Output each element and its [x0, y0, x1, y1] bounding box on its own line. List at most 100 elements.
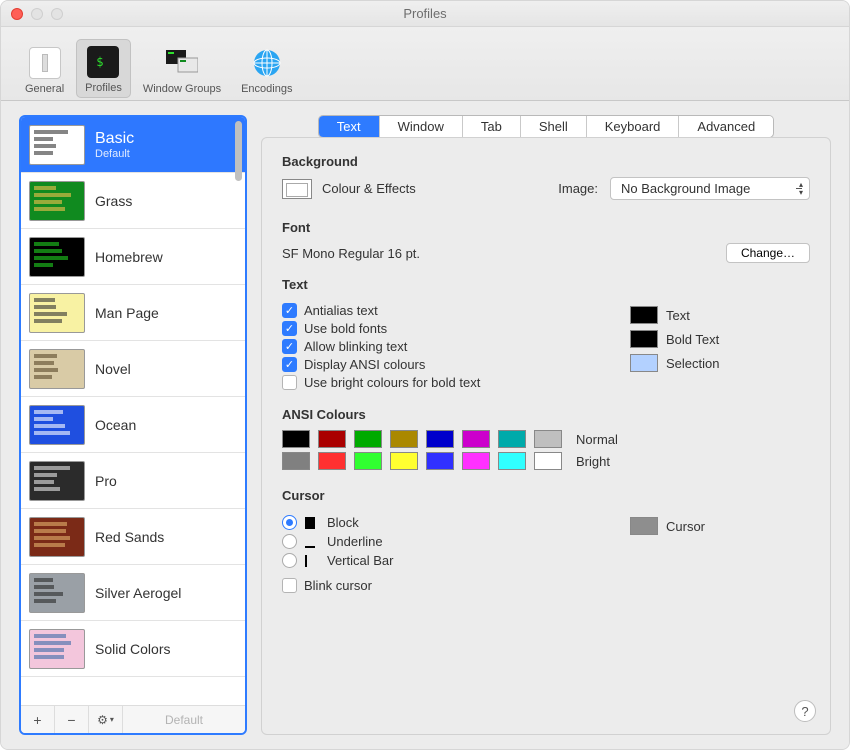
profile-name: Basic [95, 130, 134, 148]
checkbox-row[interactable]: Allow blinking text [282, 339, 606, 354]
checkbox-row[interactable]: Antialias text [282, 303, 606, 318]
colour-well[interactable] [630, 330, 658, 348]
checkbox-row[interactable]: Use bright colours for bold text [282, 375, 606, 390]
toolbar-encodings[interactable]: Encodings [233, 41, 300, 98]
profile-row-red-sands[interactable]: Red Sands [21, 509, 245, 565]
blink-cursor-row[interactable]: Blink cursor [282, 578, 606, 593]
ansi-colour-well[interactable] [318, 430, 346, 448]
cursor-section-title: Cursor [282, 488, 810, 503]
profile-name: Novel [95, 361, 131, 377]
close-icon[interactable] [11, 8, 23, 20]
chevron-down-icon: ▾ [110, 715, 114, 724]
checkbox-label: Use bright colours for bold text [304, 375, 480, 390]
ansi-colour-well[interactable] [426, 452, 454, 470]
ansi-colour-well[interactable] [282, 430, 310, 448]
profile-row-ocean[interactable]: Ocean [21, 397, 245, 453]
toolbar-window-groups[interactable]: Window Groups [135, 41, 229, 98]
minimize-icon[interactable] [31, 8, 43, 20]
profile-subtitle: Default [95, 148, 134, 160]
ansi-colour-well[interactable] [498, 452, 526, 470]
checkbox[interactable] [282, 321, 297, 336]
profile-row-novel[interactable]: Novel [21, 341, 245, 397]
zoom-icon[interactable] [51, 8, 63, 20]
colour-well-label: Text [666, 308, 690, 323]
tab-shell[interactable]: Shell [521, 116, 587, 137]
change-font-button[interactable]: Change… [726, 243, 810, 263]
radio-label: Underline [327, 534, 383, 549]
ansi-colour-well[interactable] [354, 430, 382, 448]
help-button[interactable]: ? [794, 700, 816, 722]
add-profile-button[interactable]: + [21, 706, 55, 733]
ansi-colour-well[interactable] [282, 452, 310, 470]
block-cursor-icon [305, 517, 315, 529]
colour-well[interactable] [630, 306, 658, 324]
ansi-colour-well[interactable] [318, 452, 346, 470]
ansi-colour-well[interactable] [390, 452, 418, 470]
ansi-colour-well[interactable] [534, 430, 562, 448]
tab-keyboard[interactable]: Keyboard [587, 116, 680, 137]
ansi-colour-well[interactable] [426, 430, 454, 448]
ansi-colour-well[interactable] [534, 452, 562, 470]
profile-row-homebrew[interactable]: Homebrew [21, 229, 245, 285]
prefs-window: Profiles General $ Profiles Window Group… [0, 0, 850, 750]
checkbox-label: Blink cursor [304, 578, 372, 593]
vbar-cursor-icon [305, 555, 315, 567]
cursor-radio-row[interactable]: Underline [282, 534, 606, 549]
checkbox[interactable] [282, 339, 297, 354]
checkbox-row[interactable]: Use bold fonts [282, 321, 606, 336]
radio[interactable] [282, 553, 297, 568]
remove-profile-button[interactable]: − [55, 706, 89, 733]
ansi-colour-well[interactable] [498, 430, 526, 448]
profile-row-silver-aerogel[interactable]: Silver Aerogel [21, 565, 245, 621]
traffic-lights [11, 8, 63, 20]
profiles-list[interactable]: BasicDefaultGrassHomebrewMan PageNovelOc… [21, 117, 245, 705]
tab-tab[interactable]: Tab [463, 116, 521, 137]
cursor-radio-row[interactable]: Block [282, 515, 606, 530]
toolbar-profiles[interactable]: $ Profiles [76, 39, 131, 98]
tab-text[interactable]: Text [319, 116, 380, 137]
profile-row-pro[interactable]: Pro [21, 453, 245, 509]
ansi-colour-well[interactable] [390, 430, 418, 448]
checkbox[interactable] [282, 578, 297, 593]
radio-label: Block [327, 515, 359, 530]
checkbox-label: Use bold fonts [304, 321, 387, 336]
cursor-colour-well[interactable] [630, 517, 658, 535]
profile-thumbnail [29, 125, 85, 165]
font-section-title: Font [282, 220, 810, 235]
set-default-button[interactable]: Default [123, 706, 245, 733]
toolbar-general[interactable]: General [17, 41, 72, 98]
toolbar: General $ Profiles Window Groups Encodin… [1, 27, 849, 101]
background-image-popup[interactable]: No Background Image ▴▾ [610, 177, 810, 200]
tab-window[interactable]: Window [380, 116, 463, 137]
ansi-colour-well[interactable] [462, 452, 490, 470]
background-colour-well[interactable] [282, 179, 312, 199]
profile-thumbnail [29, 461, 85, 501]
profile-thumbnail [29, 573, 85, 613]
cursor-radio-row[interactable]: Vertical Bar [282, 553, 606, 568]
profile-row-solid-colors[interactable]: Solid Colors [21, 621, 245, 677]
colour-well-label: Bold Text [666, 332, 719, 347]
ansi-colour-well[interactable] [354, 452, 382, 470]
underline-cursor-icon [305, 536, 315, 548]
colour-well-label: Selection [666, 356, 719, 371]
radio[interactable] [282, 515, 297, 530]
radio[interactable] [282, 534, 297, 549]
scrollbar[interactable] [235, 121, 242, 181]
profile-row-grass[interactable]: Grass [21, 173, 245, 229]
profile-name: Red Sands [95, 529, 164, 545]
profile-row-basic[interactable]: BasicDefault [21, 117, 245, 173]
background-section-title: Background [282, 154, 810, 169]
profile-name: Pro [95, 473, 117, 489]
profile-name: Man Page [95, 305, 159, 321]
window-title: Profiles [403, 6, 446, 21]
checkbox[interactable] [282, 375, 297, 390]
checkbox[interactable] [282, 357, 297, 372]
colour-well[interactable] [630, 354, 658, 372]
settings-tabs: TextWindowTabShellKeyboardAdvanced [261, 115, 831, 138]
checkbox-row[interactable]: Display ANSI colours [282, 357, 606, 372]
ansi-colour-well[interactable] [462, 430, 490, 448]
tab-advanced[interactable]: Advanced [679, 116, 773, 137]
profile-row-man-page[interactable]: Man Page [21, 285, 245, 341]
checkbox[interactable] [282, 303, 297, 318]
profile-actions-button[interactable]: ⚙︎▾ [89, 706, 123, 733]
